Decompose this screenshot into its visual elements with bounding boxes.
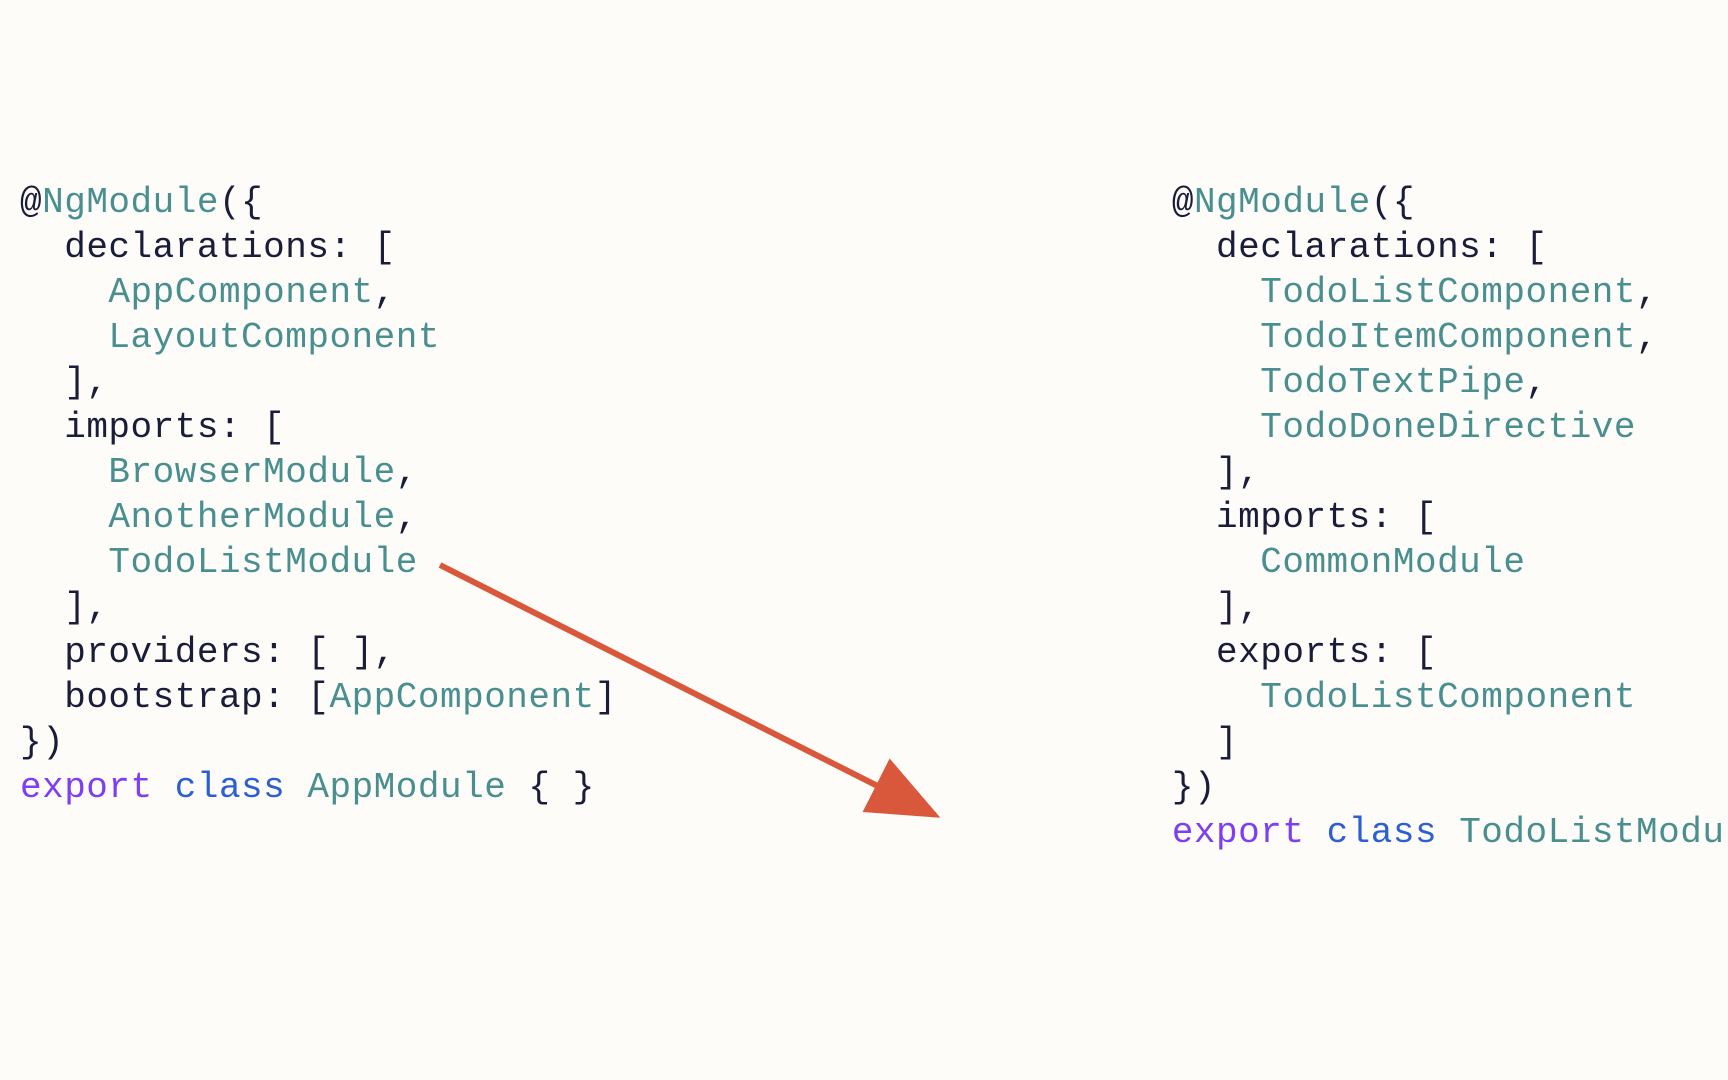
declarations-key: declarations [64, 227, 329, 268]
app-module-class: AppModule [307, 767, 506, 808]
bootstrap-open: : [ [263, 677, 329, 718]
exports-key: exports [1216, 632, 1371, 673]
todolist-module-import: TodoListModule [108, 542, 417, 583]
left-code-block: @NgModule({ declarations: [ AppComponent… [20, 180, 617, 855]
ngmodule-decorator: NgModule [42, 182, 219, 223]
providers-value: : [ ], [263, 632, 396, 673]
todolist-module-class: TodoListModule [1459, 812, 1728, 853]
at-symbol: @ [1172, 182, 1194, 223]
bootstrap-key: bootstrap [64, 677, 263, 718]
todoitem-component: TodoItemComponent [1260, 317, 1636, 358]
open-brace: ({ [219, 182, 263, 223]
ngmodule-decorator: NgModule [1194, 182, 1371, 223]
close-bracket: ], [64, 587, 108, 628]
imports-key: imports [64, 407, 219, 448]
todolist-component: TodoListComponent [1260, 272, 1636, 313]
open-brace: ({ [1371, 182, 1415, 223]
colon-bracket: : [ [329, 227, 395, 268]
comma: , [396, 452, 418, 493]
another-module: AnotherModule [108, 497, 395, 538]
comma: , [396, 497, 418, 538]
close-bracket-only: ] [1216, 722, 1238, 763]
bootstrap-component: AppComponent [329, 677, 594, 718]
browser-module: BrowserModule [108, 452, 395, 493]
comma: , [1526, 362, 1548, 403]
export-keyword: export [20, 767, 153, 808]
imports-key: imports [1216, 497, 1371, 538]
at-symbol: @ [20, 182, 42, 223]
close-bracket: ], [1216, 452, 1260, 493]
close-brace-paren: }) [1172, 767, 1216, 808]
close-bracket: ], [1216, 587, 1260, 628]
bootstrap-close: ] [595, 677, 617, 718]
close-brace-paren: }) [20, 722, 64, 763]
comma: , [374, 272, 396, 313]
colon-bracket: : [ [219, 407, 285, 448]
class-keyword: class [1327, 812, 1438, 853]
comma: , [1636, 272, 1658, 313]
class-keyword: class [175, 767, 286, 808]
code-container: @NgModule({ declarations: [ AppComponent… [0, 0, 1728, 855]
export-todolist-component: TodoListComponent [1260, 677, 1636, 718]
comma: , [1636, 317, 1658, 358]
export-keyword: export [1172, 812, 1305, 853]
colon-bracket: : [ [1481, 227, 1547, 268]
layout-component: LayoutComponent [108, 317, 440, 358]
close-bracket: ], [64, 362, 108, 403]
app-component: AppComponent [108, 272, 373, 313]
right-code-block: @NgModule({ declarations: [ TodoListComp… [1172, 180, 1728, 855]
colon-bracket: : [ [1371, 632, 1437, 673]
todotext-pipe: TodoTextPipe [1260, 362, 1525, 403]
providers-key: providers [64, 632, 263, 673]
class-body: { } [506, 767, 594, 808]
tododone-directive: TodoDoneDirective [1260, 407, 1636, 448]
colon-bracket: : [ [1371, 497, 1437, 538]
common-module: CommonModule [1260, 542, 1525, 583]
declarations-key: declarations [1216, 227, 1481, 268]
